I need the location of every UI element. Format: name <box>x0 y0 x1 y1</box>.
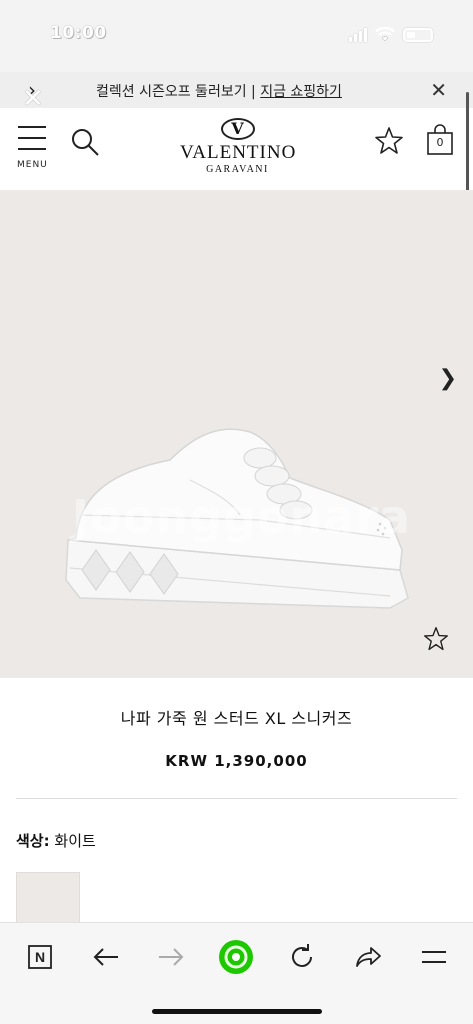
status-icons <box>349 27 433 42</box>
refresh-icon[interactable] <box>284 939 320 975</box>
product-price: KRW 1,390,000 <box>165 752 308 770</box>
chevron-right-icon[interactable]: ❯ <box>439 366 457 391</box>
star-icon[interactable] <box>374 126 404 156</box>
naver-icon[interactable]: N <box>22 939 58 975</box>
wifi-icon <box>375 27 395 42</box>
promo-message: 컬렉션 시즌오프 둘러보기 | <box>96 84 261 100</box>
brand-logo[interactable]: V VALENTINO GARAVANI <box>180 118 295 175</box>
battery-icon <box>403 27 433 42</box>
promo-shop-link[interactable]: 지금 쇼핑하기 <box>260 84 342 100</box>
site-header: MENU V VALENTINO GARAVANI 0 <box>0 108 473 190</box>
color-label: 색상: <box>16 832 50 850</box>
browser-toolbar: N <box>0 922 473 1024</box>
search-icon[interactable] <box>70 127 100 157</box>
logo-wordmark: VALENTINO <box>180 142 297 163</box>
hamburger-icon[interactable] <box>416 939 452 975</box>
promo-banner: › ✕ 컬렉션 시즌오프 둘러보기 | 지금 쇼핑하기 ✕ <box>0 72 473 112</box>
logo-subtitle: GARAVANI <box>206 164 269 175</box>
color-swatch-white[interactable] <box>16 872 80 928</box>
green-dot-icon[interactable] <box>218 939 254 975</box>
promo-close-icon[interactable]: ✕ <box>430 78 447 102</box>
share-icon[interactable] <box>350 939 386 975</box>
promo-text: 컬렉션 시즌오프 둘러보기 | 지금 쇼핑하기 <box>96 81 342 101</box>
forward-arrow-icon[interactable] <box>153 939 189 975</box>
product-image[interactable]: Joonggonara ❯ <box>0 190 473 678</box>
signal-icon <box>349 27 367 42</box>
logo-mark: V <box>220 118 255 140</box>
color-info: 색상: 화이트 <box>16 830 96 851</box>
back-arrow-icon[interactable] <box>88 939 124 975</box>
menu-icon <box>18 126 46 128</box>
status-bar: 10:00 <box>0 0 473 72</box>
cart-count: 0 <box>436 136 444 149</box>
divider <box>16 798 457 799</box>
star-icon[interactable] <box>423 626 449 652</box>
watermark: Joonggonara <box>72 490 412 544</box>
home-indicator[interactable] <box>152 1009 322 1014</box>
svg-text:N: N <box>35 949 45 965</box>
product-name: 나파 가죽 원 스터드 XL 스니커즈 <box>120 709 353 728</box>
status-time: 10:00 <box>50 23 107 43</box>
menu-label: MENU <box>17 160 48 170</box>
menu-button[interactable] <box>18 126 48 159</box>
color-value: 화이트 <box>54 832 96 850</box>
cart-button[interactable]: 0 <box>426 124 454 156</box>
